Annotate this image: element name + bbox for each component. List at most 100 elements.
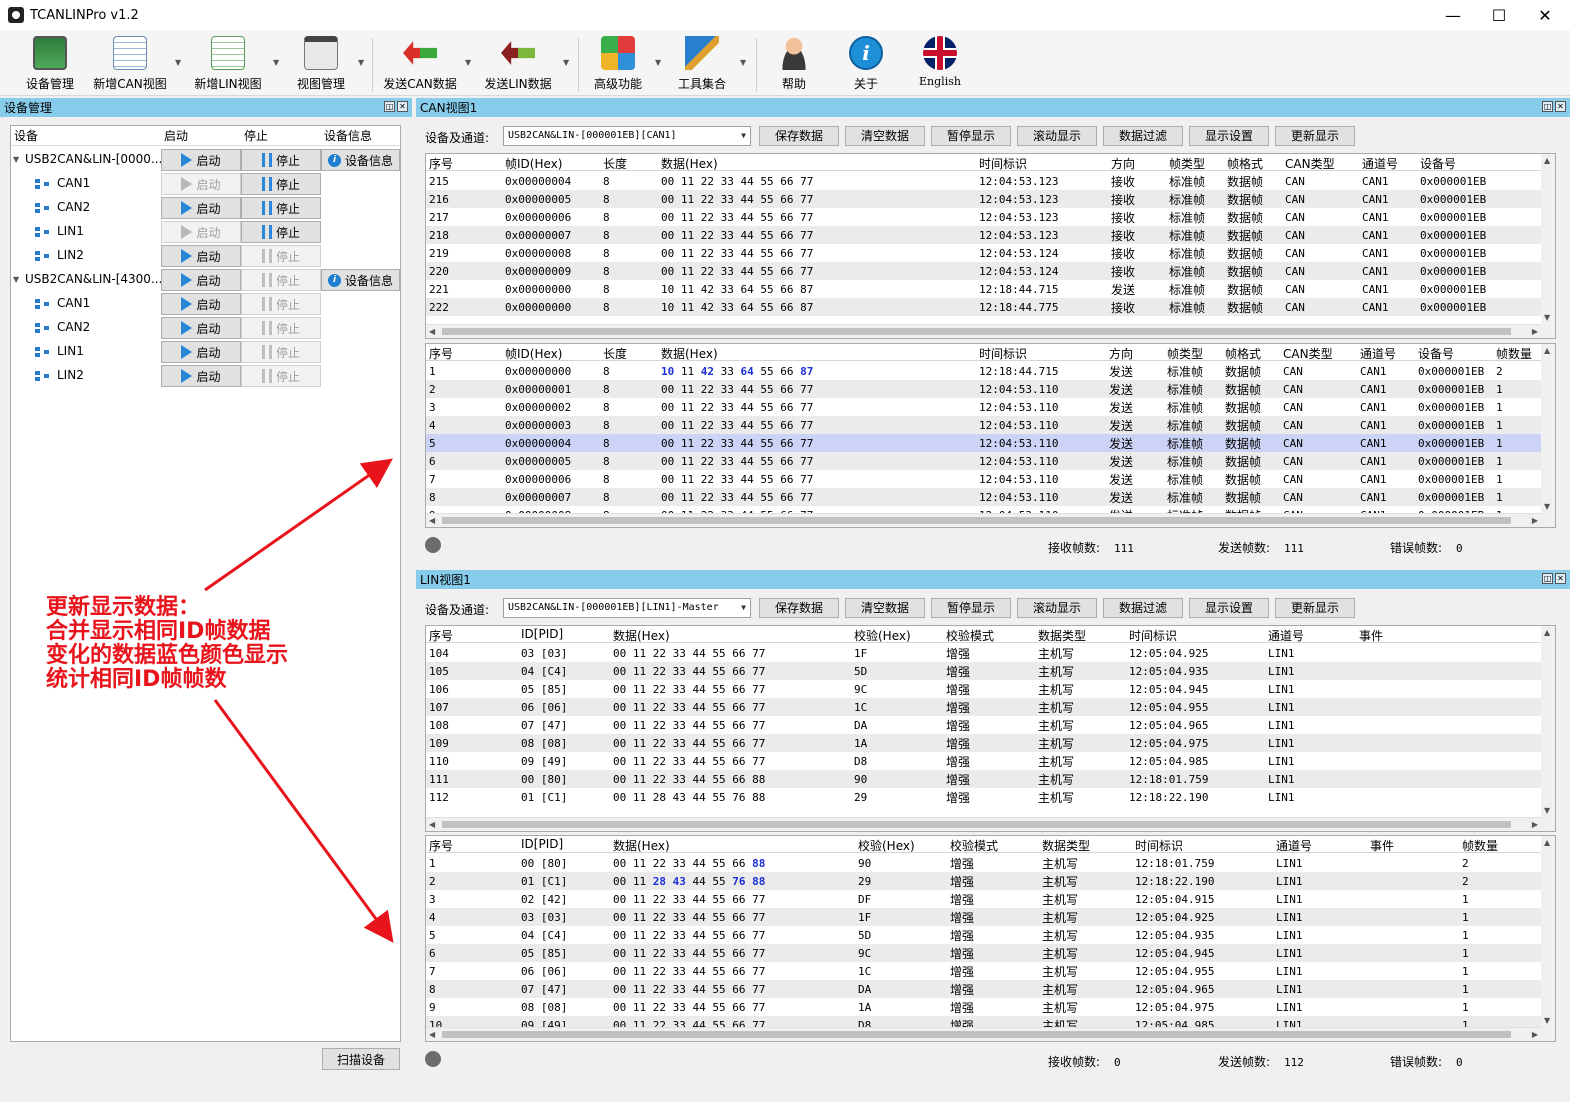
column-header[interactable]: 长度 <box>603 155 627 172</box>
update-display-button[interactable]: 更新显示 <box>1275 126 1355 146</box>
table-row[interactable]: 111 00 [80] 00 11 22 33 44 55 66 88 90 增强 主机写… <box>426 770 1555 788</box>
save-data-button[interactable]: 保存数据 <box>759 126 839 146</box>
scroll-thumb[interactable] <box>442 328 1511 335</box>
scroll-down-icon[interactable]: ▼ <box>1544 806 1550 815</box>
column-header[interactable]: 事件 <box>1359 627 1383 644</box>
save-data-button[interactable]: 保存数据 <box>759 598 839 618</box>
table-row[interactable]: 8 07 [47] 00 11 22 33 44 55 66 77 DA 增强 主机写 12… <box>426 980 1555 998</box>
column-header[interactable]: 设备号 <box>1420 155 1456 172</box>
scroll-thumb[interactable] <box>442 1031 1511 1038</box>
vertical-scrollbar[interactable]: ▲ ▼ <box>1541 344 1555 527</box>
vertical-scrollbar[interactable]: ▲ ▼ <box>1541 836 1555 1041</box>
scroll-up-icon[interactable]: ▲ <box>1544 156 1550 165</box>
column-header[interactable]: 序号 <box>429 155 453 172</box>
data-filter-button[interactable]: 数据过滤 <box>1103 126 1183 146</box>
column-header[interactable]: 帧类型 <box>1169 155 1205 172</box>
column-header[interactable]: 通道号 <box>1362 155 1398 172</box>
display-settings-button[interactable]: 显示设置 <box>1189 598 1269 618</box>
horizontal-scrollbar[interactable]: ◀ ▶ <box>426 324 1541 338</box>
column-header[interactable]: 方向 <box>1109 345 1133 362</box>
scroll-up-icon[interactable]: ▲ <box>1544 838 1550 847</box>
can-device-select[interactable]: USB2CAN&LIN-[000001EB][CAN1] <box>503 126 751 146</box>
column-header[interactable]: 帧类型 <box>1167 345 1203 362</box>
scroll-left-icon[interactable]: ◀ <box>429 820 435 829</box>
pause-display-button[interactable]: 暂停显示 <box>931 598 1011 618</box>
float-icon[interactable]: ◫ <box>1542 101 1553 112</box>
table-row[interactable]: 105 04 [C4] 00 11 22 33 44 55 66 77 5D 增强 主机写… <box>426 662 1555 680</box>
column-header[interactable]: 帧数量 <box>1462 837 1498 854</box>
scroll-display-button[interactable]: 滚动显示 <box>1017 598 1097 618</box>
scroll-up-icon[interactable]: ▲ <box>1544 346 1550 355</box>
table-row[interactable]: 5 04 [C4] 00 11 22 33 44 55 66 77 5D 增强 主机写 12… <box>426 926 1555 944</box>
table-row[interactable]: 218 0x00000007 8 00 11 22 33 44 55 66 77 12:… <box>426 226 1555 244</box>
table-row[interactable]: 5 0x00000004 8 00 11 22 33 44 55 66 77 12:04… <box>426 434 1555 452</box>
table-row[interactable]: 4 0x00000003 8 00 11 22 33 44 55 66 77 12:04… <box>426 416 1555 434</box>
lin-device-select[interactable]: USB2CAN&LIN-[000001EB][LIN1]-Master <box>503 598 751 618</box>
column-header[interactable]: CAN类型 <box>1283 345 1333 362</box>
column-header[interactable]: 序号 <box>429 627 453 644</box>
scroll-left-icon[interactable]: ◀ <box>429 327 435 336</box>
display-settings-button[interactable]: 显示设置 <box>1189 126 1269 146</box>
column-header[interactable]: 时间标识 <box>979 345 1027 362</box>
scroll-display-button[interactable]: 滚动显示 <box>1017 126 1097 146</box>
vertical-scrollbar[interactable]: ▲ ▼ <box>1541 626 1555 831</box>
table-row[interactable]: 221 0x00000000 8 10 11 42 33 64 55 66 87 12:… <box>426 280 1555 298</box>
data-filter-button[interactable]: 数据过滤 <box>1103 598 1183 618</box>
scroll-up-icon[interactable]: ▲ <box>1544 628 1550 637</box>
scroll-thumb[interactable] <box>442 517 1511 524</box>
table-row[interactable]: 217 0x00000006 8 00 11 22 33 44 55 66 77 12:… <box>426 208 1555 226</box>
dock-close-icon[interactable]: ✕ <box>1555 573 1566 584</box>
column-header[interactable]: 设备号 <box>1418 345 1454 362</box>
scroll-right-icon[interactable]: ▶ <box>1532 327 1538 336</box>
scroll-down-icon[interactable]: ▼ <box>1544 502 1550 511</box>
table-row[interactable]: 215 0x00000004 8 00 11 22 33 44 55 66 77 12:… <box>426 172 1555 190</box>
column-header[interactable]: 帧格式 <box>1227 155 1263 172</box>
table-row[interactable]: 112 01 [C1] 00 11 28 43 44 55 76 88 29 增强 主机写… <box>426 788 1555 806</box>
float-icon[interactable]: ◫ <box>1542 573 1553 584</box>
column-header[interactable]: 数据(Hex) <box>661 345 718 362</box>
table-row[interactable]: 3 0x00000002 8 00 11 22 33 44 55 66 77 12:04… <box>426 398 1555 416</box>
table-row[interactable]: 9 08 [08] 00 11 22 33 44 55 66 77 1A 增强 主机写 12… <box>426 998 1555 1016</box>
column-header[interactable]: 校验模式 <box>950 837 998 854</box>
scroll-right-icon[interactable]: ▶ <box>1532 516 1538 525</box>
horizontal-scrollbar[interactable]: ◀ ▶ <box>426 817 1541 831</box>
table-row[interactable]: 7 06 [06] 00 11 22 33 44 55 66 77 1C 增强 主机写 12… <box>426 962 1555 980</box>
table-row[interactable]: 106 05 [85] 00 11 22 33 44 55 66 77 9C 增强 主机写… <box>426 680 1555 698</box>
table-row[interactable]: 2 0x00000001 8 00 11 22 33 44 55 66 77 12:04… <box>426 380 1555 398</box>
table-row[interactable]: 1 0x00000000 8 10 11 42 33 64 55 66 87 12:18… <box>426 362 1555 380</box>
column-header[interactable]: 校验(Hex) <box>858 837 915 854</box>
column-header[interactable]: 时间标识 <box>1129 627 1177 644</box>
table-row[interactable]: 222 0x00000000 8 10 11 42 33 64 55 66 87 12:… <box>426 298 1555 316</box>
pause-display-button[interactable]: 暂停显示 <box>931 126 1011 146</box>
scroll-right-icon[interactable]: ▶ <box>1532 820 1538 829</box>
column-header[interactable]: 通道号 <box>1268 627 1304 644</box>
table-row[interactable]: 219 0x00000008 8 00 11 22 33 44 55 66 77 12:… <box>426 244 1555 262</box>
clear-data-button[interactable]: 清空数据 <box>845 598 925 618</box>
column-header[interactable]: 校验模式 <box>946 627 994 644</box>
table-row[interactable]: 108 07 [47] 00 11 22 33 44 55 66 77 DA 增强 主机写… <box>426 716 1555 734</box>
scroll-down-icon[interactable]: ▼ <box>1544 1016 1550 1025</box>
column-header[interactable]: 事件 <box>1370 837 1394 854</box>
column-header[interactable]: CAN类型 <box>1285 155 1335 172</box>
dock-close-icon[interactable]: ✕ <box>1555 101 1566 112</box>
table-row[interactable]: 3 02 [42] 00 11 22 33 44 55 66 77 DF 增强 主机写 12… <box>426 890 1555 908</box>
table-row[interactable]: 109 08 [08] 00 11 22 33 44 55 66 77 1A 增强 主机写… <box>426 734 1555 752</box>
column-header[interactable]: 帧ID(Hex) <box>505 155 562 172</box>
table-row[interactable]: 7 0x00000006 8 00 11 22 33 44 55 66 77 12:04… <box>426 470 1555 488</box>
column-header[interactable]: 数据(Hex) <box>613 837 670 854</box>
column-header[interactable]: 帧格式 <box>1225 345 1261 362</box>
column-header[interactable]: 通道号 <box>1360 345 1396 362</box>
scroll-right-icon[interactable]: ▶ <box>1532 1030 1538 1039</box>
table-row[interactable]: 6 05 [85] 00 11 22 33 44 55 66 77 9C 增强 主机写 12… <box>426 944 1555 962</box>
column-header[interactable]: 校验(Hex) <box>854 627 911 644</box>
column-header[interactable]: 通道号 <box>1276 837 1312 854</box>
column-header[interactable]: 序号 <box>429 345 453 362</box>
column-header[interactable]: 数据类型 <box>1038 627 1086 644</box>
table-row[interactable]: 107 06 [06] 00 11 22 33 44 55 66 77 1C 增强 主机写… <box>426 698 1555 716</box>
column-header[interactable]: 方向 <box>1111 155 1135 172</box>
column-header[interactable]: ID[PID] <box>521 627 563 641</box>
column-header[interactable]: 数据类型 <box>1042 837 1090 854</box>
horizontal-scrollbar[interactable]: ◀ ▶ <box>426 1027 1541 1041</box>
column-header[interactable]: 数据(Hex) <box>613 627 670 644</box>
table-row[interactable]: 6 0x00000005 8 00 11 22 33 44 55 66 77 12:04… <box>426 452 1555 470</box>
